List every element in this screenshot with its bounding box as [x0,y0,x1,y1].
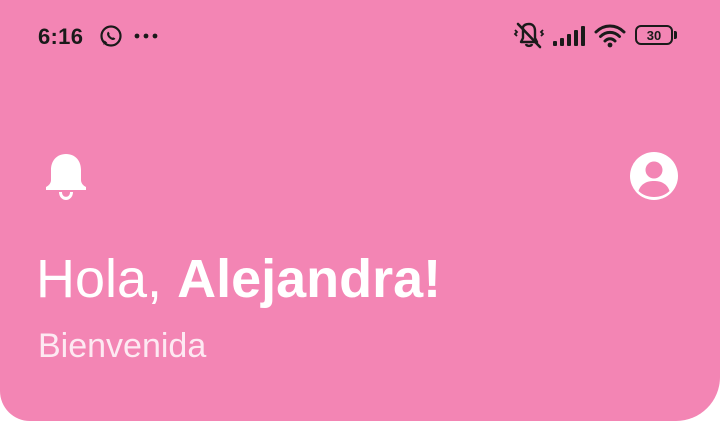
battery-icon: 30 [635,25,677,47]
signal-icon [553,26,585,46]
greeting-subtitle: Bienvenida [38,327,207,365]
greeting-heading: Hola, Alejandra! [36,249,442,309]
more-dots-icon [134,33,158,39]
greeting-hello: Hola, [36,249,178,309]
whatsapp-icon [100,25,122,47]
greeting-name: Alejandra! [177,249,442,309]
status-time: 6:16 [38,24,84,49]
screen: 6:16 30 Hola, Alejandra! Bienvenida [0,0,720,430]
status-bar: 6:16 30 [0,0,720,72]
profile-button[interactable] [628,150,680,202]
account-circle-icon [630,152,678,200]
bell-icon [46,154,86,200]
header-panel: 6:16 30 Hola, Alejandra! Bienvenida [0,0,720,421]
notifications-button[interactable] [40,150,92,202]
wifi-icon [594,24,626,48]
battery-tip [674,31,677,39]
vibrate-off-icon [513,22,545,49]
battery-level: 30 [635,25,673,45]
